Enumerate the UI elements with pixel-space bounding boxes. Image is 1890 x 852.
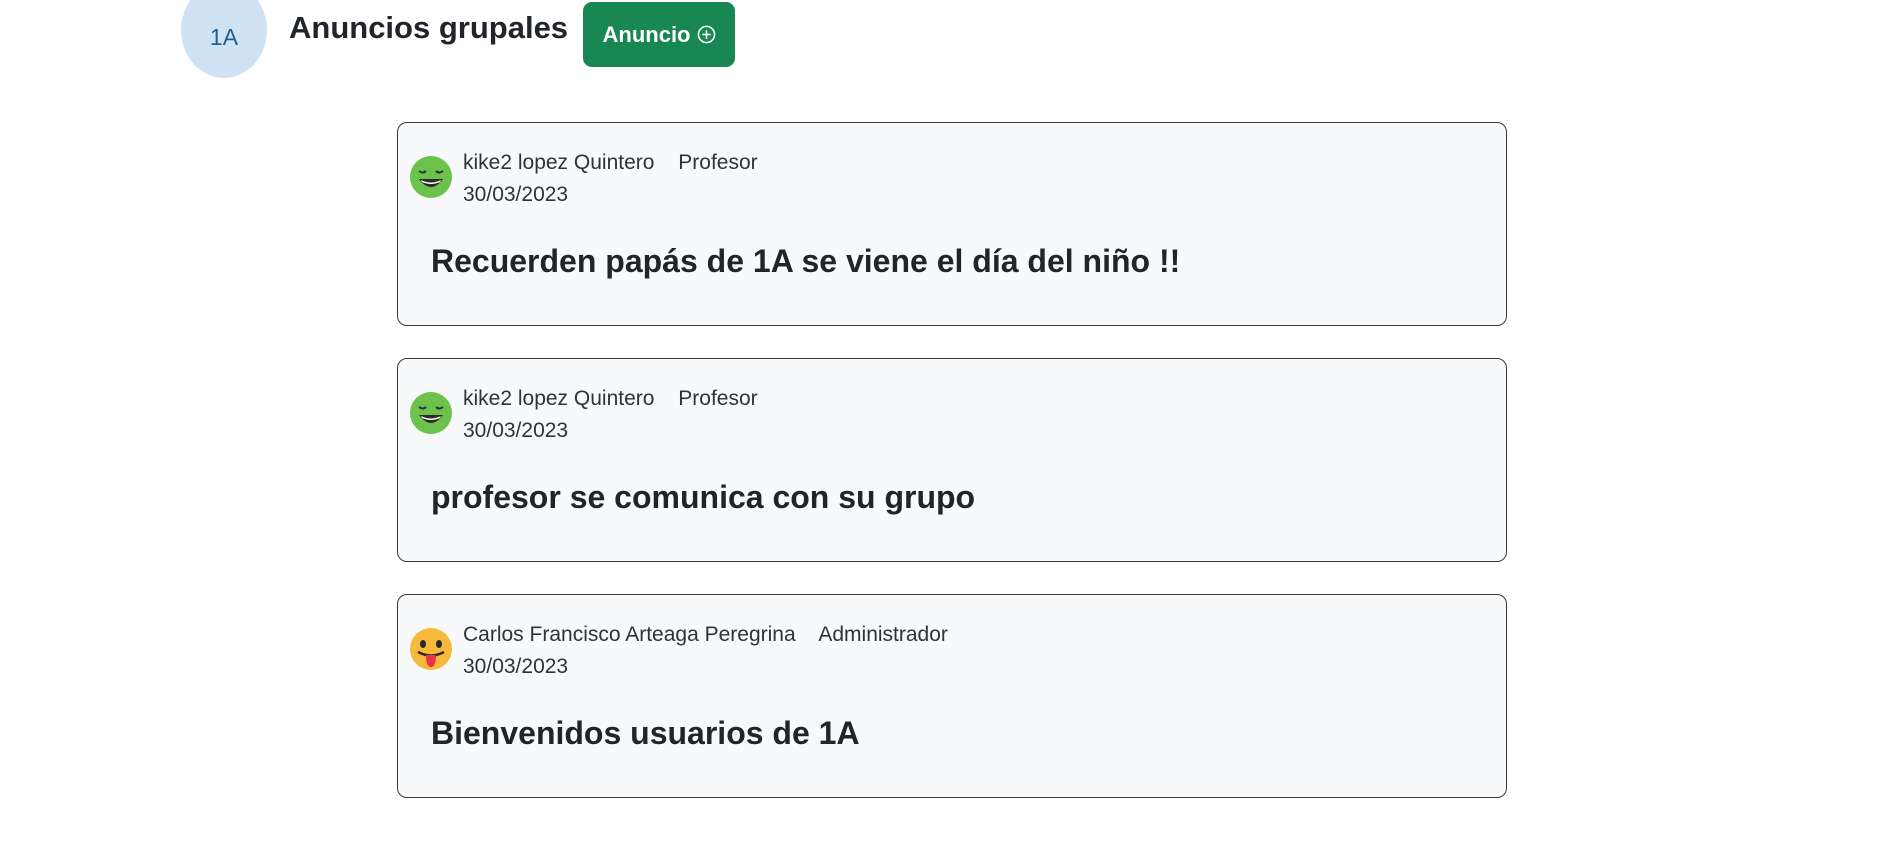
- author-line: kike2 lopez Quintero Profesor: [463, 387, 758, 411]
- announcement-message: Recuerden papás de 1A se viene el día de…: [431, 243, 1181, 279]
- author-name: kike2 lopez Quintero: [463, 151, 655, 174]
- announcement-message: profesor se comunica con su grupo: [431, 479, 976, 515]
- new-announcement-label: Anuncio: [602, 21, 691, 47]
- announcement-date: 30/03/2023: [463, 419, 569, 442]
- announcement-card: kike2 lopez Quintero Profesor 30/03/2023…: [397, 122, 1507, 326]
- announcement-message: Bienvenidos usuarios de 1A: [431, 715, 860, 751]
- author-role: Profesor: [678, 151, 758, 174]
- author-role: Profesor: [678, 387, 758, 410]
- tongue-out-face-icon: [410, 628, 452, 670]
- new-announcement-button[interactable]: Anuncio: [583, 2, 735, 67]
- group-avatar: 1A: [181, 0, 267, 78]
- author-line: Carlos Francisco Arteaga Peregrina Admin…: [463, 623, 948, 647]
- author-name: kike2 lopez Quintero: [463, 387, 655, 410]
- announcement-date: 30/03/2023: [463, 655, 569, 678]
- group-code: 1A: [209, 23, 239, 50]
- announcement-card: kike2 lopez Quintero Profesor 30/03/2023…: [397, 358, 1507, 562]
- announcement-card: Carlos Francisco Arteaga Peregrina Admin…: [397, 594, 1507, 798]
- page: 1A Anuncios grupales Anuncio kike2 lopez…: [0, 0, 1890, 852]
- smiling-face-icon: [410, 156, 452, 198]
- page-title: Anuncios grupales: [289, 10, 569, 45]
- plus-circle-icon: [697, 25, 715, 44]
- author-line: kike2 lopez Quintero Profesor: [463, 151, 758, 175]
- author-role: Administrador: [818, 623, 948, 646]
- smiling-face-icon: [410, 392, 452, 434]
- announcement-date: 30/03/2023: [463, 183, 569, 206]
- author-name: Carlos Francisco Arteaga Peregrina: [463, 623, 796, 646]
